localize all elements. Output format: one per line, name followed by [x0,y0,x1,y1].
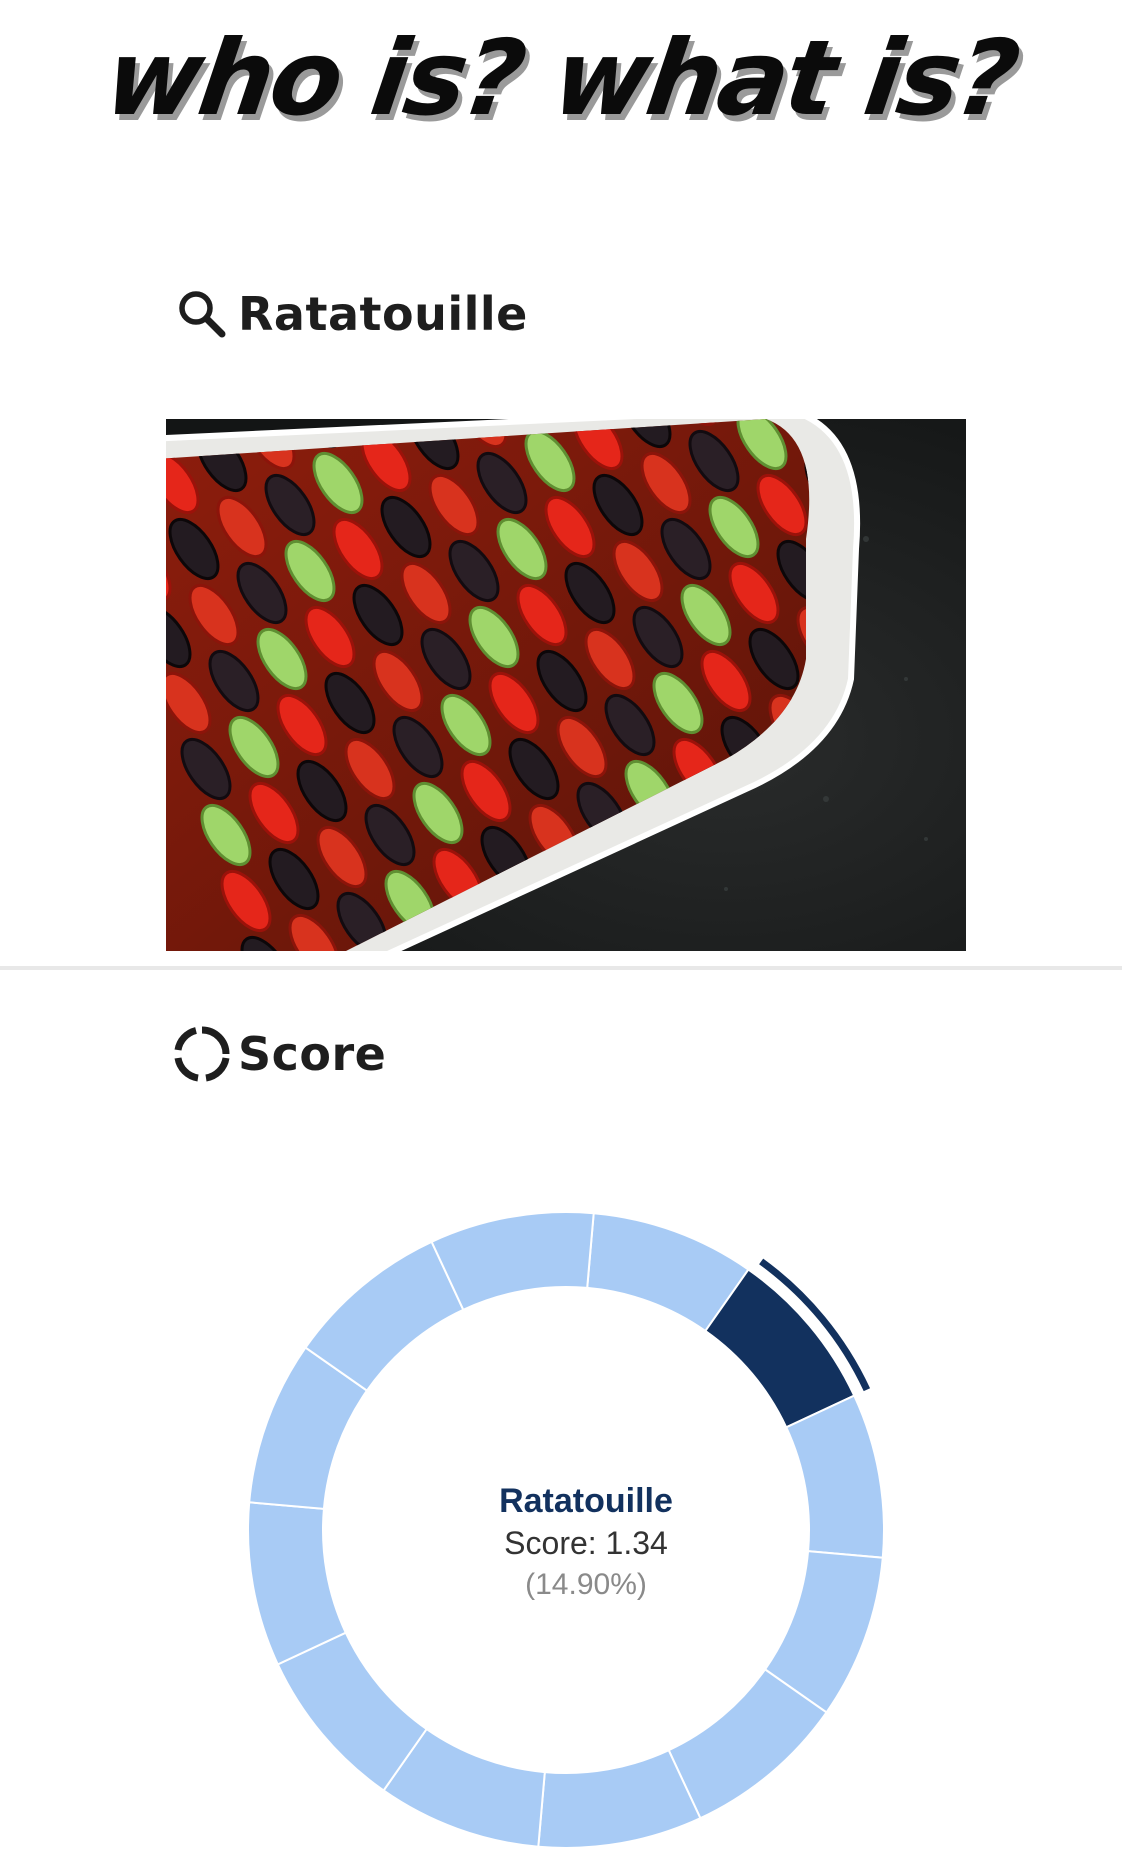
dish-photo [166,419,966,951]
magnifier-icon [179,291,226,338]
score-donut-chart: Ratatouille Score: 1.34 (14.90%) [236,1200,936,1866]
section-divider [0,966,1122,970]
donut-segment[interactable] [430,1211,595,1312]
score-header: Score [170,1022,386,1086]
center-label-score: Score: 1.34 [504,1525,668,1561]
score-section-title: Score [238,1027,387,1081]
center-label-percent: (14.90%) [525,1568,647,1601]
center-label-name: Ratatouille [499,1482,673,1520]
app-title: who is? what is? [98,17,1024,139]
donut-segment[interactable] [537,1748,702,1849]
search-query-text: Ratatouille [238,287,528,341]
search-query-header: Ratatouille [170,282,528,346]
circular-progress-icon [174,1026,230,1082]
